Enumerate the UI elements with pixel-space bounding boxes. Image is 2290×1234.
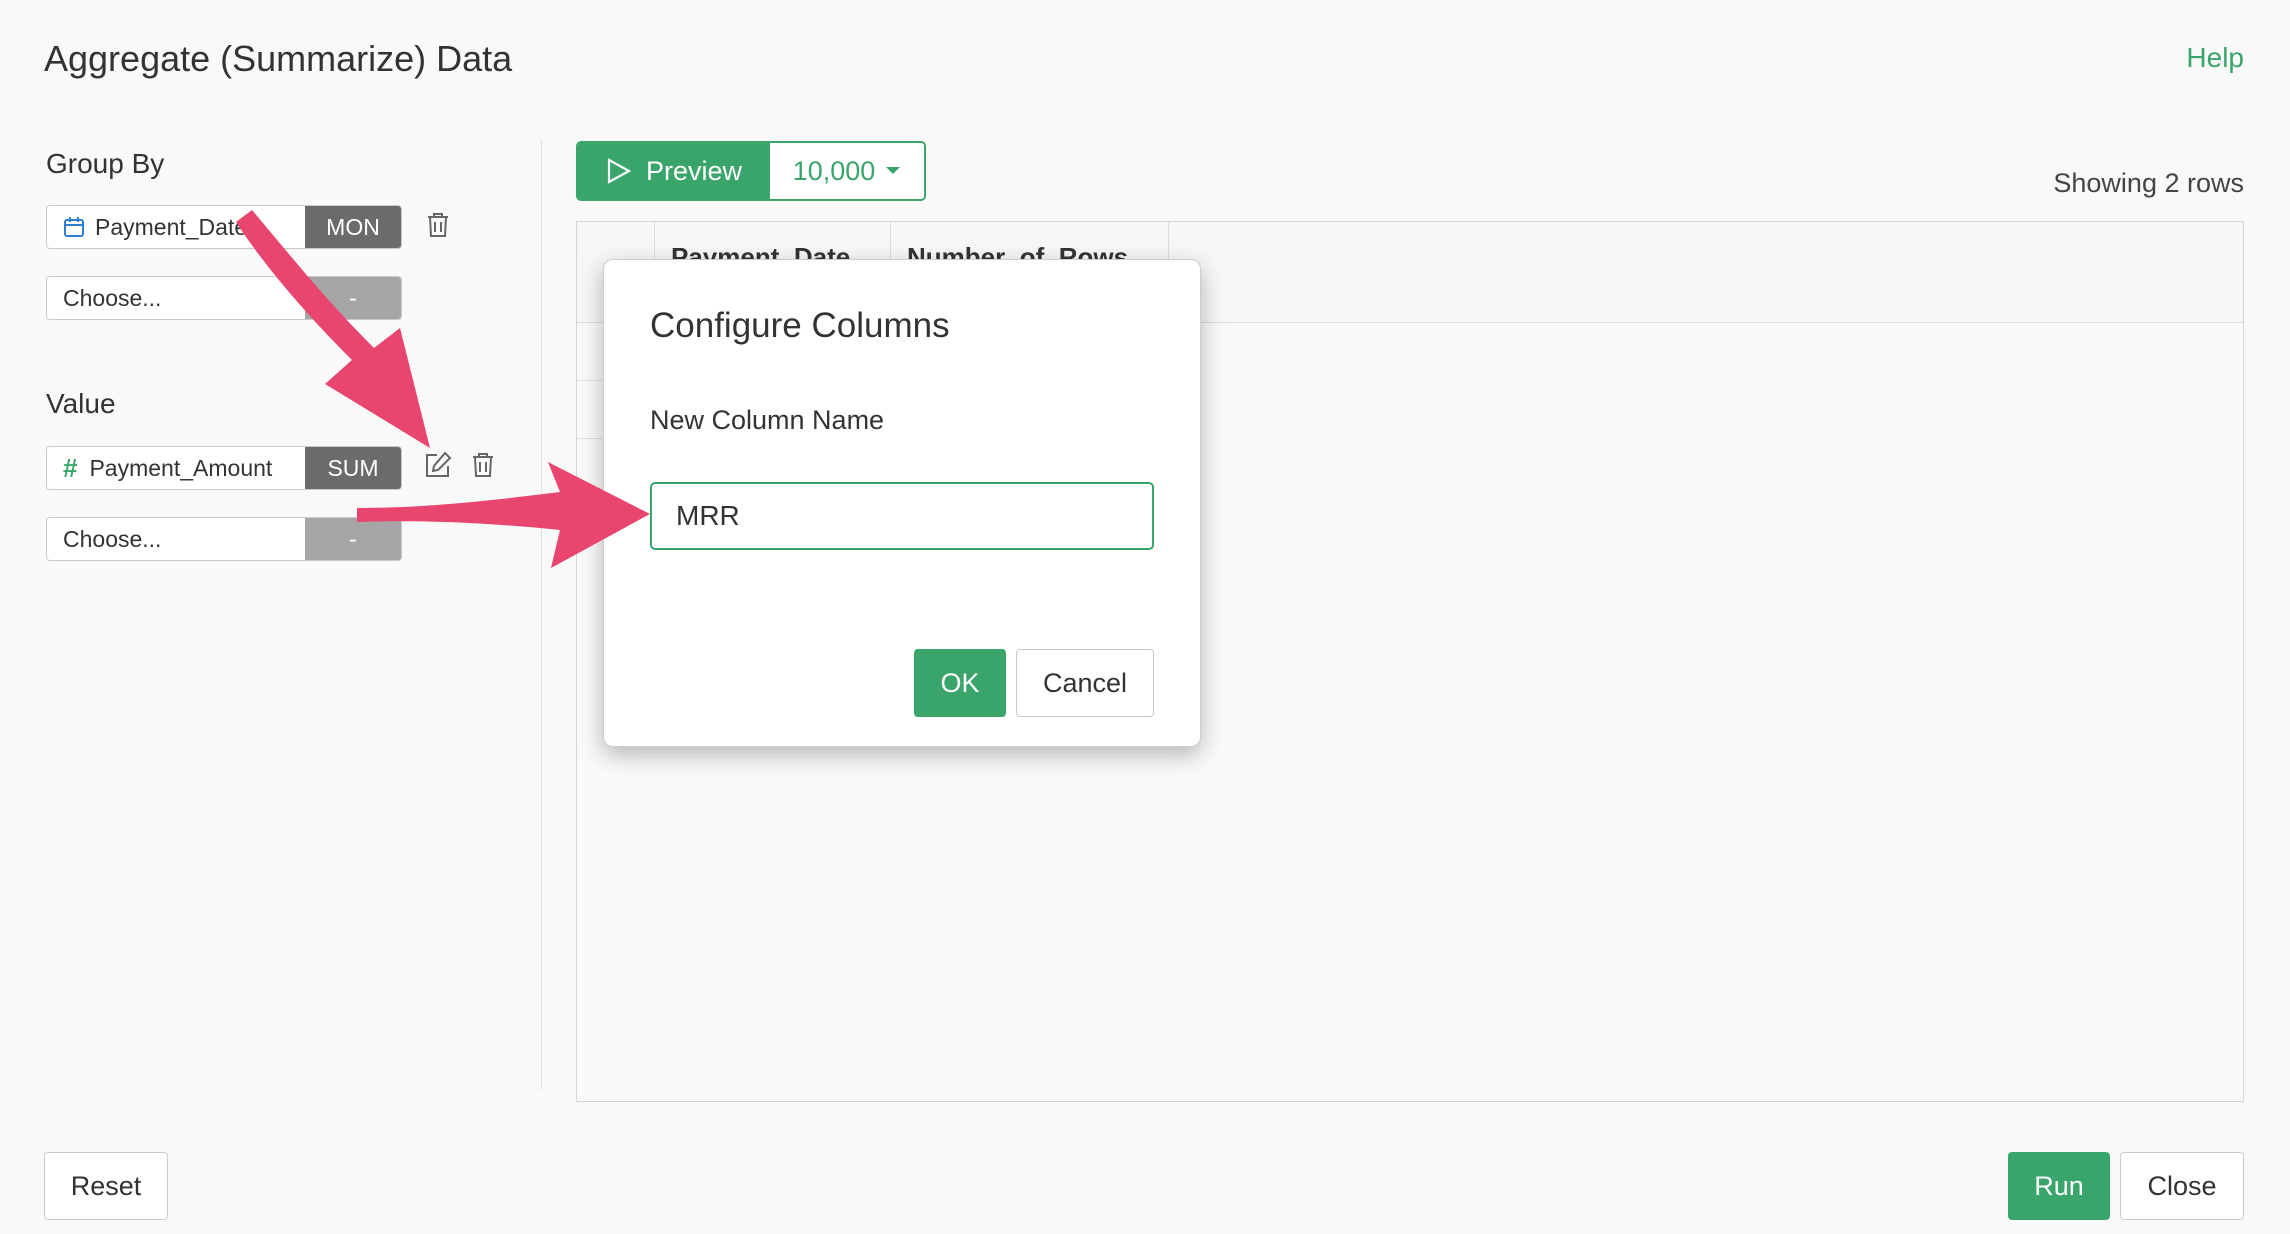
- new-column-name-label: New Column Name: [650, 405, 885, 435]
- cancel-button[interactable]: Cancel: [1016, 649, 1154, 717]
- group-by-choose-select[interactable]: Choose...: [47, 277, 305, 319]
- new-column-name-input[interactable]: [650, 482, 1154, 550]
- trash-icon: [471, 452, 495, 478]
- group-by-agg-select[interactable]: MON: [305, 206, 401, 248]
- hash-icon: #: [63, 452, 78, 483]
- value-agg-empty[interactable]: -: [305, 518, 401, 560]
- value-column-name: Payment_Amount: [89, 454, 273, 481]
- row-limit-dropdown[interactable]: 10,000: [770, 143, 924, 199]
- configure-columns-dialog: Configure Columns New Column Name OK Can…: [603, 259, 1201, 747]
- value-field-empty[interactable]: Choose... -: [46, 517, 402, 561]
- run-button[interactable]: Run: [2008, 1152, 2110, 1220]
- edit-icon: [423, 450, 453, 480]
- help-link[interactable]: Help: [2186, 42, 2244, 74]
- edit-column-button[interactable]: [422, 449, 454, 481]
- caret-down-icon: [885, 166, 901, 176]
- value-agg-select[interactable]: SUM: [305, 447, 401, 489]
- trash-icon: [426, 212, 450, 238]
- dialog-title: Configure Columns: [650, 306, 950, 345]
- group-by-field-empty[interactable]: Choose... -: [46, 276, 402, 320]
- calendar-icon: [63, 216, 85, 238]
- delete-group-by-button[interactable]: [422, 209, 454, 241]
- close-button[interactable]: Close: [2120, 1152, 2244, 1220]
- preview-button[interactable]: Preview: [578, 143, 770, 199]
- play-icon: [606, 157, 632, 185]
- reset-button[interactable]: Reset: [44, 1152, 168, 1220]
- group-by-label: Group By: [46, 148, 165, 179]
- delete-value-button[interactable]: [467, 449, 499, 481]
- group-by-column-select[interactable]: Payment_Date: [47, 206, 305, 248]
- group-by-field-payment-date[interactable]: Payment_Date MON: [46, 205, 402, 249]
- group-by-column-name: Payment_Date: [95, 213, 248, 240]
- value-choose-select[interactable]: Choose...: [47, 518, 305, 560]
- value-field-payment-amount[interactable]: # Payment_Amount SUM: [46, 446, 402, 490]
- value-label: Value: [46, 388, 116, 419]
- preview-controls: Preview 10,000: [576, 141, 926, 201]
- value-column-select[interactable]: # Payment_Amount: [47, 447, 305, 489]
- panel-divider: [541, 140, 542, 1090]
- row-count-status: Showing 2 rows: [2053, 168, 2244, 198]
- row-limit-value: 10,000: [792, 155, 876, 186]
- page-title: Aggregate (Summarize) Data: [44, 38, 513, 79]
- ok-button[interactable]: OK: [914, 649, 1006, 717]
- preview-button-label: Preview: [645, 155, 743, 186]
- group-by-agg-empty[interactable]: -: [305, 277, 401, 319]
